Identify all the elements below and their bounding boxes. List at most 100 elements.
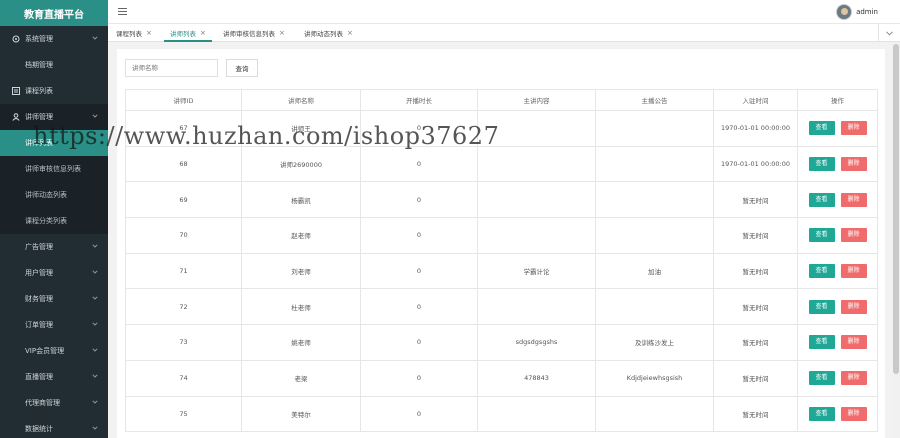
sidebar-item[interactable]: VIP会员管理 — [0, 338, 108, 364]
tabs-more-button[interactable] — [878, 24, 900, 42]
sidebar-item[interactable]: 讲师动态列表 — [0, 182, 108, 208]
sidebar-item[interactable]: 系统管理 — [0, 26, 108, 52]
cell-join-time: 暂无时间 — [713, 288, 798, 326]
delete-button[interactable]: 删除 — [840, 157, 867, 172]
cell-anchor-notice — [595, 217, 714, 254]
view-button[interactable]: 查看 — [808, 335, 835, 350]
cell-anchor-notice: Kdjdjeiewhsgsish — [595, 359, 714, 397]
sidebar-item[interactable]: 用户管理 — [0, 260, 108, 286]
cell-anchor-notice — [595, 288, 714, 326]
sidebar-item-label: 讲师审核信息列表 — [25, 165, 81, 173]
view-button[interactable]: 查看 — [808, 406, 835, 421]
view-button[interactable]: 查看 — [808, 264, 835, 279]
close-icon[interactable]: × — [279, 29, 285, 37]
scrollbar-thumb[interactable] — [893, 44, 899, 374]
sidebar-item-label: 课程列表 — [25, 87, 53, 95]
close-icon[interactable]: × — [347, 29, 353, 37]
cell-lecturer-id: 69 — [125, 181, 242, 219]
table-row: 68 讲师2690000 0 1970-01-01 00:00:00 查看 删除 — [125, 145, 878, 183]
sidebar-item[interactable]: 课程列表 — [0, 78, 108, 104]
cell-live-duration: 0 — [360, 324, 478, 361]
cell-main-content — [477, 145, 596, 183]
tab-lecturer-activity-list[interactable]: 讲师动态列表 × — [298, 24, 359, 42]
sidebar-item[interactable]: 代理商管理 — [0, 390, 108, 416]
sidebar-item-label: 系统管理 — [25, 35, 53, 43]
cell-live-duration: 0 — [360, 181, 478, 219]
sidebar-item[interactable]: 订单管理 — [0, 312, 108, 338]
cell-main-content — [477, 395, 596, 433]
sidebar-item[interactable]: 课程分类列表 — [0, 208, 108, 234]
user-menu[interactable]: admin — [836, 4, 878, 20]
delete-button[interactable]: 删除 — [840, 406, 867, 421]
sidebar-item[interactable]: 直播管理 — [0, 364, 108, 390]
cell-anchor-notice — [595, 395, 714, 433]
cell-actions: 查看 删除 — [797, 359, 878, 397]
cell-actions: 查看 删除 — [797, 217, 878, 254]
sidebar-item-label: 档期管理 — [25, 61, 53, 69]
app-logo: 教育直播平台 — [0, 0, 108, 26]
cell-live-duration: 0 — [360, 359, 478, 397]
delete-button[interactable]: 删除 — [840, 264, 867, 279]
delete-button[interactable]: 删除 — [840, 228, 867, 243]
sidebar-item[interactable]: 数据统计 — [0, 416, 108, 438]
page-scrollbar[interactable] — [892, 42, 900, 438]
chevron-down-icon — [92, 321, 98, 327]
delete-button[interactable]: 删除 — [840, 371, 867, 386]
sidebar-item[interactable]: 档期管理 — [0, 52, 108, 78]
view-button[interactable]: 查看 — [808, 192, 835, 207]
cell-lecturer-id: 68 — [125, 145, 242, 183]
cell-join-time: 1970-01-01 00:00:00 — [713, 145, 798, 183]
cell-lecturer-name: 赵老师 — [241, 217, 361, 254]
delete-button[interactable]: 删除 — [840, 121, 867, 136]
chevron-down-icon — [92, 113, 98, 119]
cell-main-content — [477, 288, 596, 326]
view-button[interactable]: 查看 — [808, 371, 835, 386]
view-button[interactable]: 查看 — [808, 157, 835, 172]
gear-icon — [11, 35, 20, 44]
view-button[interactable]: 查看 — [808, 228, 835, 243]
cell-anchor-notice — [595, 181, 714, 219]
column-header: 主讲内容 — [477, 89, 596, 111]
sidebar-item[interactable]: 广告管理 — [0, 234, 108, 260]
cell-live-duration: 0 — [360, 395, 478, 433]
top-header: admin — [108, 0, 900, 24]
table-row: 72 杜老师 0 暂无时间 查看 删除 — [125, 288, 878, 326]
sidebar-item[interactable]: 财务管理 — [0, 286, 108, 312]
chevron-down-icon — [92, 269, 98, 275]
search-button[interactable]: 查询 — [226, 59, 258, 77]
sidebar-item[interactable]: 讲师审核信息列表 — [0, 156, 108, 182]
cell-main-content: 学霸计论 — [477, 252, 596, 290]
cell-anchor-notice: 加油 — [595, 252, 714, 290]
sidebar-item-label: VIP会员管理 — [25, 347, 65, 355]
sidebar-item-label: 广告管理 — [25, 243, 53, 251]
tab-lecturer-list[interactable]: 讲师列表 × — [164, 24, 212, 42]
tab-bar: 课程列表 × 讲师列表 × 讲师审核信息列表 × 讲师动态列表 × — [108, 24, 900, 42]
view-button[interactable]: 查看 — [808, 121, 835, 136]
cell-live-duration: 0 — [360, 145, 478, 183]
cell-lecturer-name: 美特尔 — [241, 395, 361, 433]
delete-button[interactable]: 删除 — [840, 192, 867, 207]
sidebar-item[interactable]: 讲师列表 — [0, 130, 108, 156]
tab-label: 讲师审核信息列表 — [223, 30, 275, 38]
sidebar-item-label: 订单管理 — [25, 321, 53, 329]
view-button[interactable]: 查看 — [808, 299, 835, 314]
user-name[interactable]: admin — [856, 8, 878, 16]
menu-toggle-icon[interactable] — [118, 7, 127, 16]
sidebar-item-label: 讲师列表 — [25, 139, 53, 147]
close-icon[interactable]: × — [200, 29, 206, 37]
chevron-down-icon — [92, 295, 98, 301]
tab-label: 课程列表 — [116, 30, 142, 38]
cell-main-content — [477, 217, 596, 254]
lecturer-name-search-input[interactable] — [125, 59, 218, 77]
delete-button[interactable]: 删除 — [840, 335, 867, 350]
tab-label: 讲师动态列表 — [304, 30, 343, 38]
delete-button[interactable]: 删除 — [840, 299, 867, 314]
cell-lecturer-id: 73 — [125, 324, 242, 361]
tab-lecturer-review-list[interactable]: 讲师审核信息列表 × — [217, 24, 291, 42]
tab-course-list[interactable]: 课程列表 × — [110, 24, 158, 42]
close-icon[interactable]: × — [146, 29, 152, 37]
cell-main-content: sdgsdgsgshs — [477, 324, 596, 361]
cell-join-time: 暂无时间 — [713, 181, 798, 219]
sidebar-item[interactable]: 讲师管理 — [0, 104, 108, 130]
avatar[interactable] — [836, 4, 853, 20]
